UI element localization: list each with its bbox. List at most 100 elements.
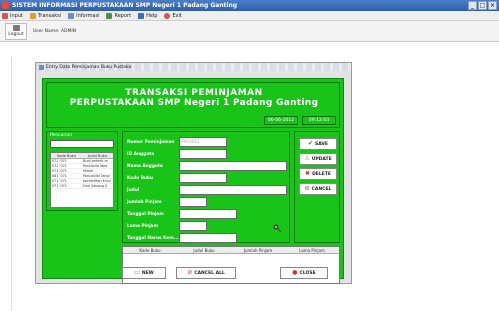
- new-button[interactable]: ▭ NEW: [122, 267, 166, 279]
- table-cell: 071 '071: [52, 164, 67, 168]
- menu-report-label: Report: [114, 12, 132, 19]
- table-cell: 071 '071: [52, 184, 67, 188]
- table-cell: Mimbi: [83, 169, 94, 173]
- loan-table-header: Kode Buku Judul Buku Jumlah Pinjam Lama …: [123, 247, 339, 254]
- cancel-label: CANCEL: [311, 186, 332, 192]
- jumlah-pinjam-label: Jumlah Pinjam: [127, 200, 162, 205]
- menu-bar: Input Transaksi Informasi Report Help Ex…: [0, 11, 499, 21]
- table-cell: Budi pekerti m: [83, 159, 108, 163]
- menu-informasi[interactable]: Informasi: [68, 12, 99, 19]
- cancel-all-icon: ⊘: [187, 269, 193, 276]
- save-icon: ✔: [307, 140, 314, 147]
- menu-help[interactable]: Help: [138, 12, 158, 19]
- table-row[interactable]: 071 '071 Dari Sabang S: [51, 184, 113, 189]
- table-cell: pendidikan kuny: [83, 179, 111, 183]
- minimize-button[interactable]: _: [468, 1, 477, 10]
- column-header[interactable]: Judul Buku: [82, 153, 113, 158]
- table-cell: 081 '071: [52, 174, 67, 178]
- new-icon: ▭: [134, 269, 140, 276]
- time-display: 09:12:03: [302, 116, 336, 125]
- update-button[interactable]: ⚠ UPDATE: [299, 153, 337, 165]
- header-title: TRANSAKSI PEMINJAMAN: [125, 88, 263, 98]
- divider: [11, 57, 12, 311]
- internal-frame-title-bar[interactable]: Entry Data Peminjaman Buku Pustaka: [36, 63, 351, 71]
- book-search-table[interactable]: Kode Buku Judul Buku 071 '071 Budi pekert…: [50, 152, 114, 208]
- id-anggota-field[interactable]: [179, 149, 227, 159]
- date-display: 06-06-2012: [264, 116, 298, 125]
- menu-input[interactable]: Input: [2, 12, 23, 19]
- lama-pinjam-field[interactable]: [179, 221, 207, 231]
- form-panel-green: TRANSAKSI PEMINJAMAN PERPUSTAKAAN SMP Ne…: [42, 78, 344, 284]
- close-label: CLOSE: [299, 270, 316, 276]
- menu-exit[interactable]: Exit: [164, 12, 182, 19]
- table-cell: 071 '071: [52, 179, 67, 183]
- id-anggota-label: ID Anggota: [127, 152, 155, 157]
- nomor-peminjaman-field[interactable]: PM-0012: [179, 137, 227, 147]
- tanggal-pinjam-field[interactable]: [179, 209, 237, 219]
- nama-anggota-field[interactable]: [179, 161, 287, 171]
- entry-form: Nomor Peminjaman PM-0012 ID Anggota Nama…: [122, 131, 290, 243]
- internal-frame-title: Entry Data Peminjaman Buku Pustaka: [46, 64, 132, 70]
- search-input[interactable]: [50, 140, 114, 148]
- cancel-button[interactable]: ⊘ CANCEL: [299, 183, 337, 195]
- menu-input-label: Input: [10, 12, 23, 19]
- input-icon: [2, 12, 8, 19]
- cancel-all-button[interactable]: ⊘ CANCEL ALL: [176, 267, 236, 279]
- header-subtitle: PERPUSTAKAAN SMP Negeri 1 Padang Ganting: [69, 98, 319, 108]
- tanggal-harus-kembali-field[interactable]: [179, 233, 237, 243]
- menu-exit-label: Exit: [172, 12, 182, 19]
- logout-button[interactable]: Logout: [5, 23, 27, 40]
- tanggal-harus-kembali-label: Tanggal Harus Kem...: [127, 236, 179, 241]
- informasi-icon: [68, 12, 75, 19]
- close-button[interactable]: ● CLOSE: [280, 267, 328, 279]
- report-icon: [106, 12, 113, 19]
- delete-label: DELETE: [312, 171, 331, 177]
- user-name-label: User Name: ADMIN: [33, 29, 77, 34]
- nama-anggota-label: Nama Anggota: [127, 164, 163, 169]
- header-panel: TRANSAKSI PEMINJAMAN PERPUSTAKAAN SMP Ne…: [46, 82, 340, 128]
- delete-icon: ✖: [305, 170, 311, 177]
- table-cell: 071 '071: [52, 169, 67, 173]
- toolbar: Logout User Name: ADMIN: [0, 21, 499, 42]
- menu-report[interactable]: Report: [106, 12, 132, 19]
- table-cell: 071 '071: [52, 159, 67, 163]
- menu-transaksi[interactable]: Transaksi: [29, 12, 62, 19]
- search-panel: Pencarian Kode Buku Judul Buku 071 '071 B…: [46, 131, 118, 211]
- title-bar: SISTEM INFORMASI PERPUSTAKAAN SMP Negeri…: [0, 0, 499, 11]
- close-window-button[interactable]: ×: [488, 1, 497, 10]
- save-label: SAVE: [315, 141, 328, 147]
- update-label: UPDATE: [311, 156, 332, 162]
- close-icon: ●: [292, 269, 298, 276]
- transaksi-icon: [29, 12, 36, 19]
- internal-frame: Entry Data Peminjaman Buku Pustaka TRANS…: [35, 62, 352, 284]
- action-panel: ✔ SAVE ⚠ UPDATE ✖ DELETE ⊘ CANCEL: [294, 131, 340, 243]
- table-cell: Dari Sabang S: [83, 184, 108, 188]
- judul-field[interactable]: [179, 185, 287, 195]
- menu-help-label: Help: [146, 12, 158, 19]
- kode-buku-field[interactable]: [179, 173, 227, 183]
- column-header[interactable]: Kode Buku: [51, 153, 82, 158]
- lama-pinjam-label: Lama Pinjam: [127, 224, 159, 229]
- nomor-peminjaman-label: Nomor Peminjaman: [127, 140, 175, 145]
- table-cell: Pancasila Idea: [83, 164, 108, 168]
- menu-transaksi-label: Transaksi: [37, 12, 62, 19]
- column-header[interactable]: Kode Buku: [123, 247, 177, 253]
- jumlah-pinjam-field[interactable]: [179, 197, 207, 207]
- search-label: Pencarian: [50, 133, 73, 138]
- update-icon: ⚠: [304, 155, 310, 162]
- window-controls: _ □ ×: [468, 1, 497, 10]
- maximize-button[interactable]: □: [478, 1, 487, 10]
- frame-icon: [39, 64, 44, 70]
- delete-button[interactable]: ✖ DELETE: [299, 168, 337, 180]
- cancel-icon: ⊘: [304, 185, 310, 192]
- column-header[interactable]: Jumlah Pinjam: [231, 247, 285, 253]
- column-header[interactable]: Judul Buku: [177, 247, 231, 253]
- kode-buku-label: Kode Buku: [127, 176, 153, 181]
- save-button[interactable]: ✔ SAVE: [299, 138, 337, 150]
- tanggal-pinjam-label: Tanggal Pinjam: [127, 212, 164, 217]
- exit-icon: [164, 12, 171, 19]
- column-header[interactable]: Lama Pinjam: [285, 247, 339, 253]
- app-icon: [2, 2, 9, 9]
- logout-icon: [12, 25, 20, 31]
- table-cell: Pancasilal Tangi: [83, 174, 110, 178]
